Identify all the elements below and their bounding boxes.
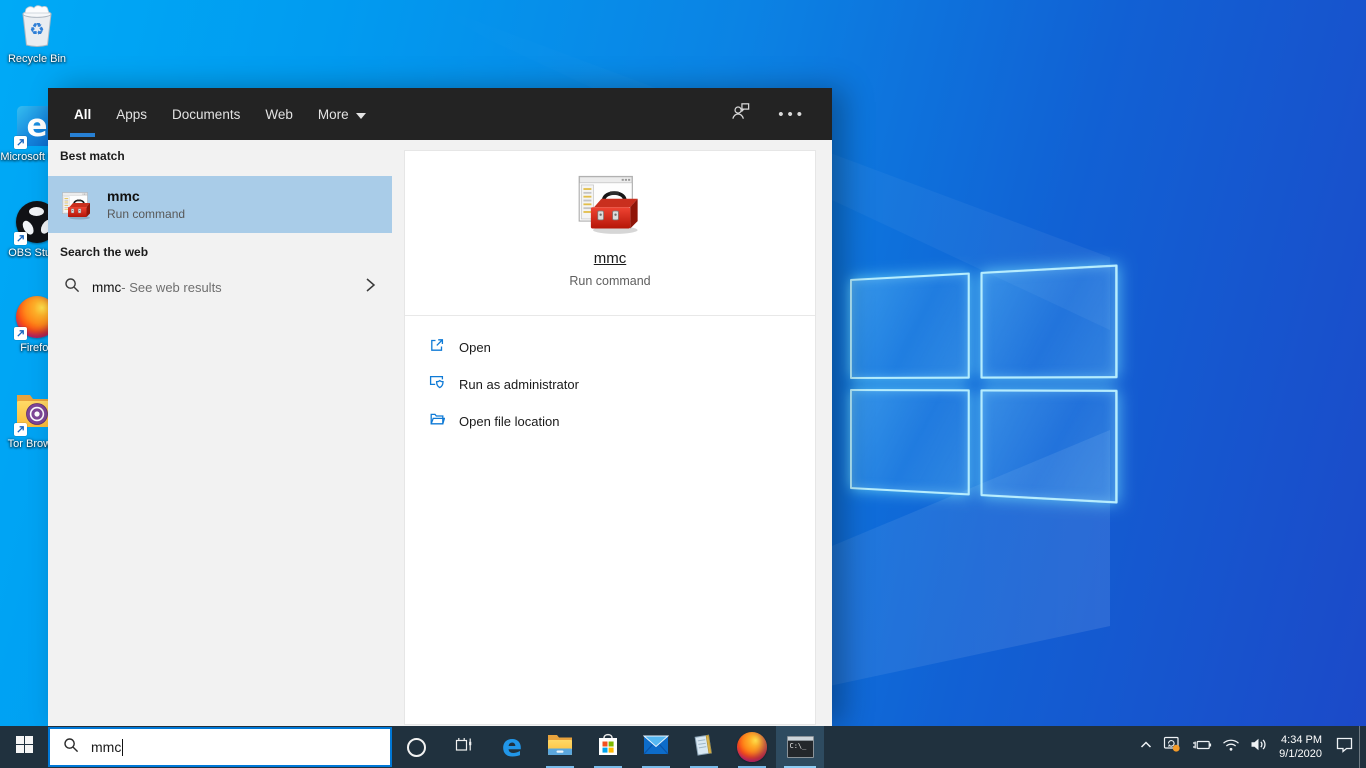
action-open[interactable]: Open bbox=[429, 329, 815, 366]
best-match-heading: Best match bbox=[60, 149, 125, 163]
desktop-icon-recycle-bin[interactable]: ♻ Recycle Bin bbox=[0, 4, 74, 67]
cortana-button[interactable] bbox=[392, 726, 440, 768]
action-run-as-administrator[interactable]: Run as administrator bbox=[429, 366, 815, 403]
screen: ♻ Recycle Bin e Microsoft Edge OBS Studi… bbox=[0, 0, 1366, 768]
recycle-bin-icon: ♻ bbox=[16, 4, 58, 53]
battery-charging-icon bbox=[1192, 738, 1212, 757]
taskbar-cmd-button[interactable]: C:\_ bbox=[776, 726, 824, 768]
tab-apps[interactable]: Apps bbox=[116, 88, 147, 140]
taskbar-store-button[interactable] bbox=[584, 726, 632, 768]
cortana-icon bbox=[406, 737, 426, 757]
shortcut-arrow-icon bbox=[14, 232, 27, 245]
action-list: Open Run as administrator Open file loca… bbox=[405, 316, 815, 440]
search-the-web-heading: Search the web bbox=[60, 245, 149, 259]
mail-icon bbox=[642, 735, 670, 760]
task-view-icon bbox=[454, 735, 474, 760]
action-open-file-location[interactable]: Open file location bbox=[429, 403, 815, 440]
result-subtitle: Run command bbox=[107, 207, 186, 221]
edge-icon: e bbox=[501, 729, 523, 764]
system-tray: 4:34 PM 9/1/2020 bbox=[1134, 726, 1366, 768]
action-center-button[interactable] bbox=[1330, 726, 1359, 768]
tray-time: 4:34 PM bbox=[1281, 733, 1322, 746]
chevron-right-icon[interactable] bbox=[365, 277, 376, 298]
file-explorer-icon bbox=[547, 734, 573, 761]
best-match-result-mmc[interactable]: mmc Run command bbox=[48, 176, 392, 233]
tab-all[interactable]: All bbox=[69, 88, 96, 140]
result-title: mmc bbox=[107, 188, 140, 204]
preview-title-link[interactable]: mmc bbox=[594, 250, 627, 267]
start-button[interactable] bbox=[0, 726, 48, 768]
tray-battery-button[interactable] bbox=[1187, 726, 1217, 768]
ellipsis-icon[interactable]: ••• bbox=[778, 107, 806, 122]
show-desktop-button[interactable] bbox=[1359, 726, 1366, 768]
tray-wifi-button[interactable] bbox=[1217, 726, 1245, 768]
svg-text:♻: ♻ bbox=[29, 20, 44, 40]
command-prompt-icon: C:\_ bbox=[786, 736, 814, 758]
web-suffix-text: - See web results bbox=[121, 279, 222, 295]
action-label: Run as administrator bbox=[459, 377, 579, 392]
search-input-value: mmc bbox=[91, 739, 122, 755]
open-icon bbox=[429, 337, 445, 358]
taskbar: mmc e C:\_ 4:34 PM 9/1/2020 bbox=[0, 726, 1366, 768]
search-icon bbox=[64, 277, 80, 298]
tray-clock[interactable]: 4:34 PM 9/1/2020 bbox=[1273, 733, 1330, 762]
tray-windows-update-button[interactable] bbox=[1158, 726, 1187, 768]
shortcut-arrow-icon bbox=[14, 327, 27, 340]
taskbar-notepad-button[interactable] bbox=[680, 726, 728, 768]
desktop-icon-label: Recycle Bin bbox=[7, 53, 67, 65]
results-column: Best match mmc Run command Search the we… bbox=[48, 140, 404, 726]
search-flyout-panel: All Apps Documents Web More ••• Best mat… bbox=[48, 88, 832, 726]
action-center-icon bbox=[1335, 736, 1354, 759]
windows-logo-pane bbox=[850, 389, 970, 496]
windows-logo-pane bbox=[980, 264, 1118, 379]
taskbar-file-explorer-button[interactable] bbox=[536, 726, 584, 768]
action-label: Open file location bbox=[459, 414, 560, 429]
tray-overflow-button[interactable] bbox=[1134, 726, 1158, 768]
windows-start-icon bbox=[15, 736, 33, 758]
text-caret bbox=[122, 738, 124, 756]
taskbar-mail-button[interactable] bbox=[632, 726, 680, 768]
chevron-down-icon bbox=[355, 107, 366, 122]
mmc-toolbox-icon bbox=[576, 169, 644, 237]
tab-documents[interactable]: Documents bbox=[172, 88, 240, 140]
shortcut-arrow-icon bbox=[14, 423, 27, 436]
person-feedback-icon[interactable] bbox=[729, 100, 752, 128]
tab-more[interactable]: More bbox=[318, 88, 366, 140]
windows-logo-pane bbox=[850, 272, 970, 379]
search-tabs-bar: All Apps Documents Web More ••• bbox=[48, 88, 832, 140]
web-query-text: mmc bbox=[92, 279, 122, 295]
microsoft-store-icon bbox=[596, 732, 620, 763]
windows-logo-pane bbox=[980, 389, 1118, 504]
volume-icon bbox=[1250, 737, 1268, 757]
action-label: Open bbox=[459, 340, 491, 355]
search-results-body: Best match mmc Run command Search the we… bbox=[48, 140, 832, 726]
taskbar-firefox-button[interactable] bbox=[728, 726, 776, 768]
open-file-location-icon bbox=[429, 411, 446, 432]
search-icon bbox=[63, 737, 79, 758]
result-preview-pane: mmc Run command Open Run as administrato… bbox=[404, 150, 816, 725]
task-view-button[interactable] bbox=[440, 726, 488, 768]
tray-date: 9/1/2020 bbox=[1279, 748, 1322, 760]
notepad-icon bbox=[692, 733, 716, 762]
wifi-icon bbox=[1222, 738, 1240, 757]
windows-logo bbox=[850, 264, 1118, 504]
taskbar-edge-button[interactable]: e bbox=[488, 726, 536, 768]
mmc-toolbox-icon bbox=[61, 189, 93, 221]
shortcut-arrow-icon bbox=[14, 136, 27, 149]
preview-subtitle: Run command bbox=[569, 274, 651, 288]
tray-volume-button[interactable] bbox=[1245, 726, 1273, 768]
taskbar-search-input[interactable]: mmc bbox=[48, 727, 392, 767]
web-search-result[interactable]: mmc - See web results bbox=[48, 268, 392, 306]
chevron-up-icon bbox=[1139, 738, 1153, 756]
windows-update-icon bbox=[1163, 736, 1182, 758]
run-as-admin-shield-icon bbox=[429, 374, 445, 395]
firefox-icon bbox=[737, 732, 767, 762]
tab-web[interactable]: Web bbox=[265, 88, 293, 140]
